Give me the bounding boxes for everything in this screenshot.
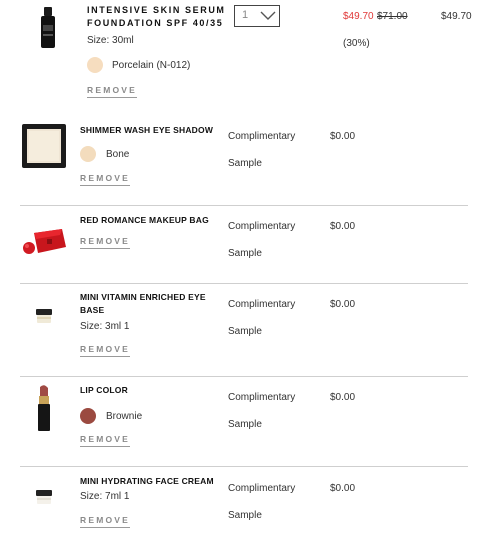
sample-label: Sample — [228, 419, 262, 430]
product-name[interactable]: INTENSIVE SKIN SERUM FOUNDATION SPF 40/3… — [87, 4, 237, 30]
product-name-line1[interactable]: MINI VITAMIN ENRICHED EYE — [80, 291, 206, 304]
remove-underline — [80, 185, 130, 186]
sale-price: $49.70 — [343, 11, 374, 22]
quantity-value: 1 — [242, 9, 249, 21]
cart-item-makeup-bag: RED ROMANCE MAKEUP BAG REMOVE Compliment… — [0, 206, 503, 283]
chevron-down-icon — [260, 11, 276, 20]
cart-item-foundation: INTENSIVE SKIN SERUM FOUNDATION SPF 40/3… — [0, 0, 503, 112]
product-name[interactable]: SHIMMER WASH EYE SHADOW — [80, 124, 213, 137]
sample-label: Sample — [228, 248, 262, 259]
face-cream-jar-image — [36, 490, 52, 504]
shade-name: Porcelain (N-012) — [112, 60, 191, 71]
item-price: $0.00 — [330, 299, 356, 310]
remove-underline — [80, 248, 130, 249]
complimentary-label: Complimentary — [228, 299, 296, 310]
shade-name: Brownie — [106, 411, 143, 422]
item-price: $0.00 — [330, 392, 356, 403]
original-price: $71.00 — [377, 11, 408, 22]
shade-swatch — [80, 146, 96, 162]
eye-base-jar-image — [36, 309, 52, 323]
quantity-select[interactable]: 1 — [234, 5, 280, 27]
shade-name: Bone — [106, 149, 130, 160]
eye-shadow-compact-image — [22, 124, 66, 168]
sample-label: Sample — [228, 326, 262, 337]
product-size: Size: 30ml — [87, 35, 134, 46]
remove-button[interactable]: REMOVE — [80, 236, 130, 246]
remove-underline — [80, 446, 130, 447]
complimentary-label: Complimentary — [228, 221, 296, 232]
sample-label: Sample — [228, 158, 262, 169]
product-name-line2[interactable]: BASE — [80, 304, 104, 317]
shade-swatch — [87, 57, 103, 73]
remove-underline — [80, 527, 130, 528]
item-price: $0.00 — [330, 221, 356, 232]
sample-label: Sample — [228, 510, 262, 521]
remove-button[interactable]: REMOVE — [80, 515, 130, 525]
item-price: $0.00 — [330, 483, 356, 494]
remove-button[interactable]: REMOVE — [87, 85, 137, 95]
complimentary-label: Complimentary — [228, 483, 296, 494]
product-name[interactable]: LIP COLOR — [80, 384, 128, 397]
remove-button[interactable]: REMOVE — [80, 434, 130, 444]
remove-button[interactable]: REMOVE — [80, 344, 130, 354]
foundation-bottle-image — [41, 7, 55, 48]
remove-underline — [80, 356, 130, 357]
line-total: $49.70 — [441, 11, 472, 22]
cart-item-lip-color: LIP COLOR Brownie REMOVE Complimentary S… — [0, 377, 503, 466]
item-price: $0.00 — [330, 131, 356, 142]
makeup-bag-image — [23, 229, 66, 254]
remove-button[interactable]: REMOVE — [80, 173, 130, 183]
discount-percent: (30%) — [343, 38, 370, 49]
lipstick-image — [38, 385, 50, 431]
product-name[interactable]: RED ROMANCE MAKEUP BAG — [80, 214, 209, 227]
remove-underline — [87, 97, 137, 98]
product-name[interactable]: MINI HYDRATING FACE CREAM — [80, 475, 214, 488]
cart-item-eye-shadow: SHIMMER WASH EYE SHADOW Bone REMOVE Comp… — [0, 112, 503, 205]
shade-swatch — [80, 408, 96, 424]
cart-item-face-cream: MINI HYDRATING FACE CREAM Size: 7ml 1 RE… — [0, 467, 503, 541]
product-size: Size: 3ml 1 — [80, 321, 130, 332]
complimentary-label: Complimentary — [228, 131, 296, 142]
complimentary-label: Complimentary — [228, 392, 296, 403]
cart-item-eye-base: MINI VITAMIN ENRICHED EYE BASE Size: 3ml… — [0, 284, 503, 376]
product-size: Size: 7ml 1 — [80, 491, 130, 502]
